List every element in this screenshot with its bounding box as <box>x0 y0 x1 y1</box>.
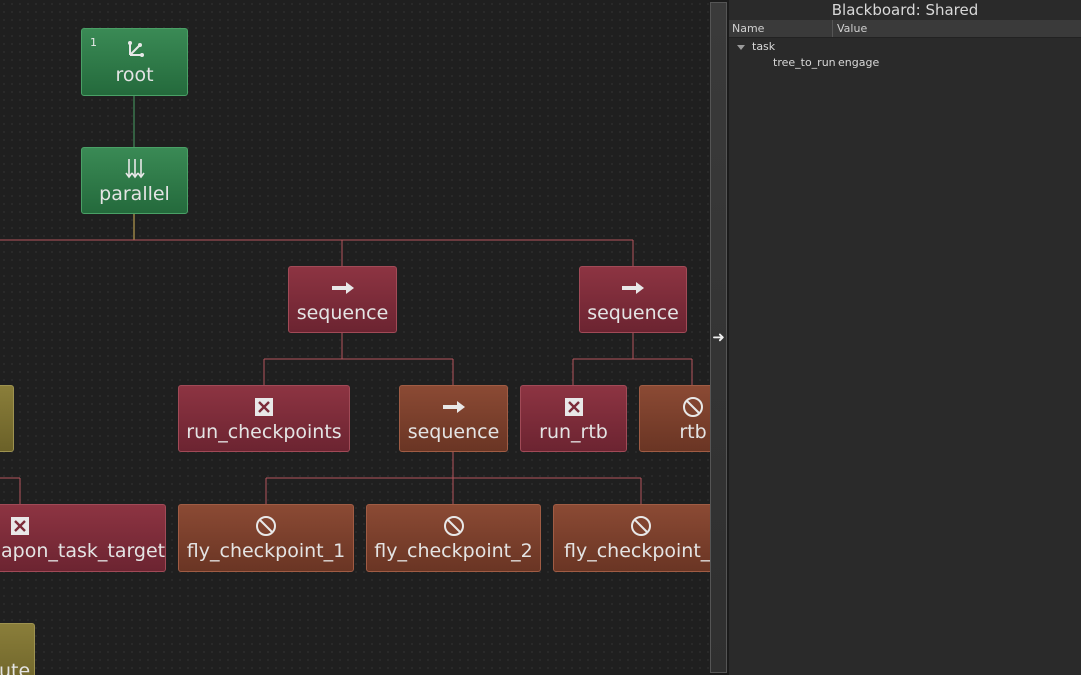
panel-splitter[interactable]: ➜ <box>710 2 727 673</box>
node-label: rtb <box>679 421 707 443</box>
arrow-right-icon <box>621 277 645 299</box>
node-fly-checkpoint-3[interactable]: fly_checkpoint_ <box>553 504 710 572</box>
node-label: root <box>115 64 154 86</box>
node-run-checkpoints[interactable]: run_checkpoints <box>178 385 350 452</box>
node-root[interactable]: 1 root <box>81 28 188 96</box>
node-label: fly_checkpoint_ <box>564 540 710 562</box>
arrow-right-icon <box>442 396 466 418</box>
node-fly-checkpoint-2[interactable]: fly_checkpoint_2 <box>366 504 541 572</box>
tree-key: task <box>752 40 776 53</box>
behavior-tree-canvas[interactable]: 1 root parallel sequence sequence run_ch… <box>0 0 710 675</box>
arrow-right-icon[interactable]: ➜ <box>712 330 725 345</box>
node-fly-checkpoint-1[interactable]: fly_checkpoint_1 <box>178 504 354 572</box>
node-parallel[interactable]: parallel <box>81 147 188 214</box>
invalid-circle-icon <box>640 396 710 418</box>
node-label: apon_task_target <box>1 540 166 562</box>
blackboard-panel: Blackboard: Shared Name Value task tree_… <box>729 0 1081 675</box>
invalid-circle-icon <box>443 515 465 537</box>
node-label: run_rtb <box>539 421 608 443</box>
column-name[interactable]: Name <box>729 20 833 37</box>
failure-x-icon <box>254 396 274 418</box>
invalid-circle-icon <box>255 515 277 537</box>
parallel-icon <box>124 158 146 180</box>
node-label: sequence <box>296 302 389 324</box>
node-index: 1 <box>90 36 97 49</box>
node-sequence-c[interactable]: sequence <box>399 385 508 452</box>
node-left-partial[interactable] <box>0 385 14 452</box>
tree-row-tree-to-run[interactable]: tree_to_run engage <box>729 55 1081 71</box>
node-label: run_checkpoints <box>186 421 342 443</box>
node-label: ute <box>0 660 31 675</box>
tree-row-task[interactable]: task <box>729 39 1081 55</box>
column-header: Name Value <box>729 20 1081 38</box>
invalid-circle-icon <box>630 515 652 537</box>
panel-title: Blackboard: Shared <box>729 0 1081 20</box>
tree-key: tree_to_run <box>773 56 836 69</box>
column-value[interactable]: Value <box>833 20 867 37</box>
collapse-triangle-icon[interactable] <box>737 45 745 50</box>
node-label: sequence <box>407 421 500 443</box>
tree-value: engage <box>838 56 880 69</box>
node-sequence-a[interactable]: sequence <box>288 266 397 333</box>
node-rtb[interactable]: rtb <box>639 385 710 452</box>
tree-edges <box>0 96 693 505</box>
failure-x-icon <box>564 396 584 418</box>
node-sequence-b[interactable]: sequence <box>579 266 687 333</box>
node-label: fly_checkpoint_2 <box>374 540 533 562</box>
root-icon <box>124 39 146 61</box>
node-label: fly_checkpoint_1 <box>186 540 346 562</box>
node-bottom-left-partial[interactable]: ute <box>0 623 35 675</box>
node-run-rtb[interactable]: run_rtb <box>520 385 627 452</box>
failure-x-icon <box>10 515 30 537</box>
node-weapon-task-target[interactable]: apon_task_target <box>0 504 166 572</box>
node-label: sequence <box>587 302 679 324</box>
node-label: parallel <box>99 183 170 205</box>
arrow-right-icon <box>331 277 355 299</box>
